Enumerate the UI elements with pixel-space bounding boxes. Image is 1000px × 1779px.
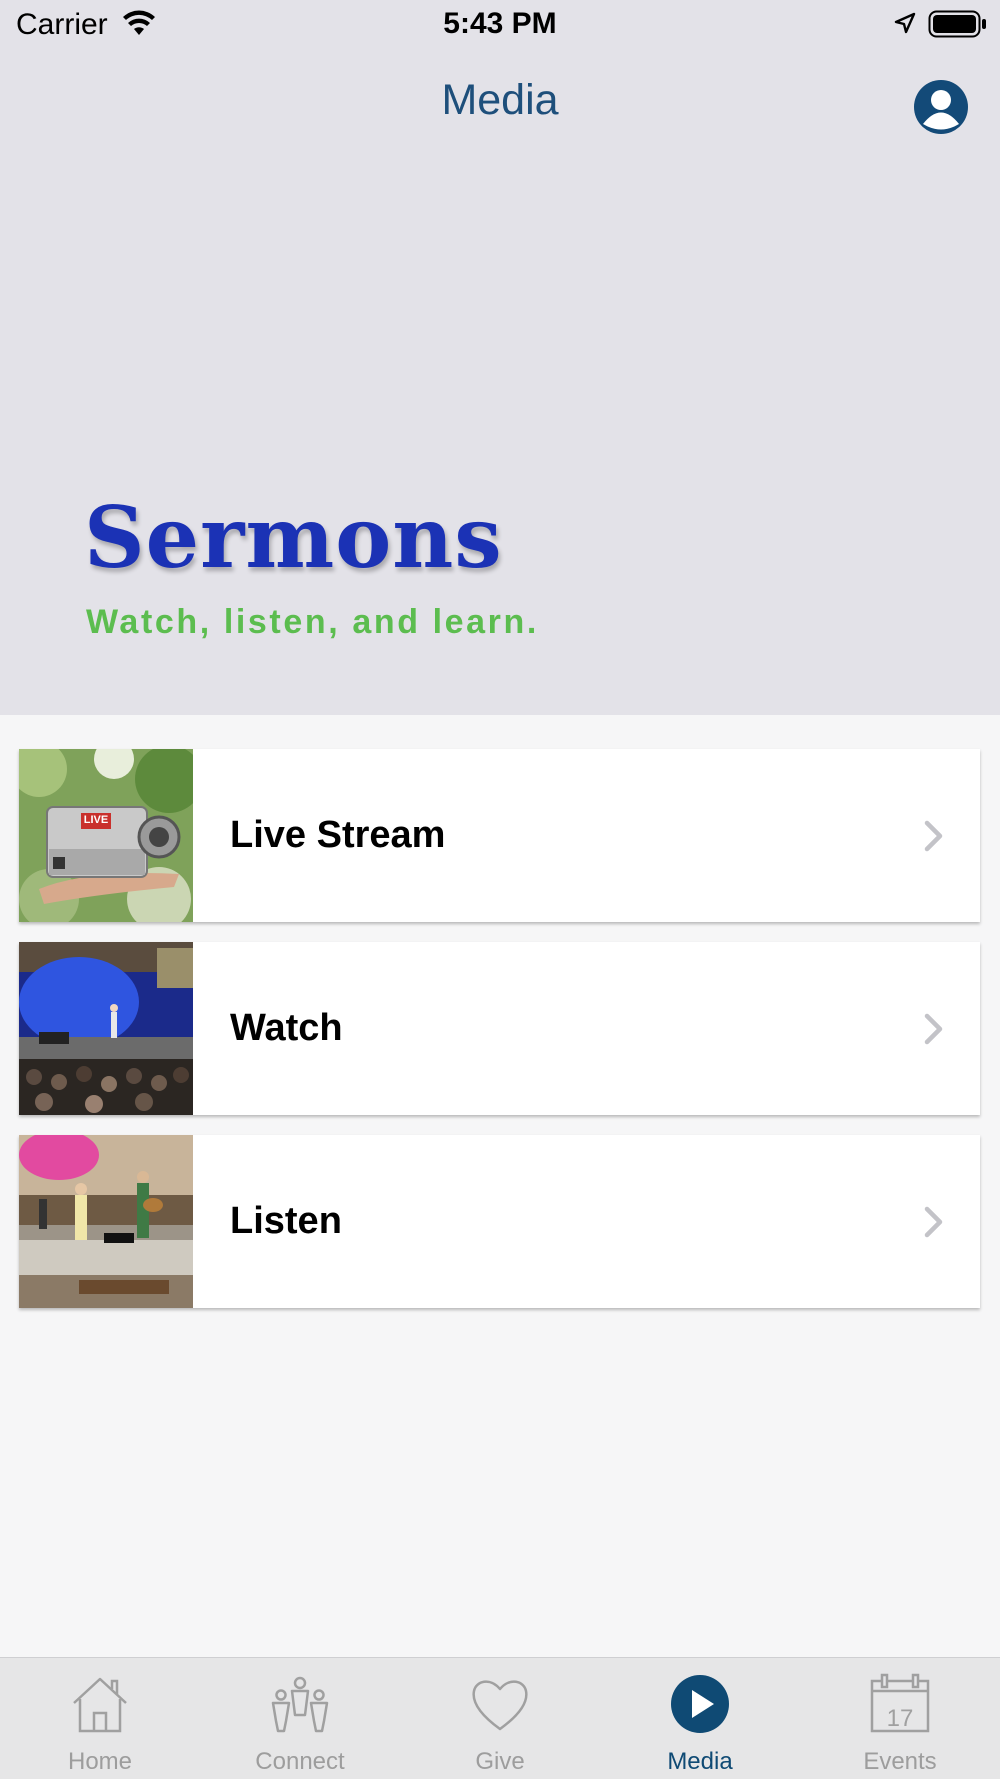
tab-label: Give — [475, 1748, 525, 1775]
menu-item-label: Listen — [230, 1200, 342, 1242]
page-title: Media — [441, 76, 559, 124]
hero-section: Carrier 5:43 PM Media Sermons Watch, lis… — [0, 0, 1000, 715]
tab-connect[interactable]: Connect — [200, 1658, 400, 1779]
tab-give[interactable]: Give — [400, 1658, 600, 1779]
tab-media[interactable]: Media — [600, 1658, 800, 1779]
status-bar: Carrier 5:43 PM — [0, 0, 1000, 50]
house-icon — [73, 1677, 127, 1733]
menu-item-label: Watch — [230, 1007, 343, 1049]
tab-label: Connect — [255, 1748, 345, 1775]
live-stream-thumbnail: LIVE — [19, 749, 193, 922]
chevron-right-icon — [924, 820, 943, 852]
tab-label: Home — [67, 1748, 133, 1775]
people-icon — [271, 1676, 329, 1733]
status-time: 5:43 PM — [443, 7, 557, 40]
hero-title: Sermons — [84, 488, 503, 587]
location-arrow-icon — [894, 12, 916, 34]
tab-events[interactable]: 17 Events — [800, 1658, 1000, 1779]
menu-item-label: Live Stream — [230, 814, 446, 856]
menu-item-listen[interactable]: Listen — [19, 1135, 980, 1308]
tab-home[interactable]: Home — [0, 1658, 200, 1779]
chevron-right-icon — [924, 1013, 943, 1045]
calendar-day-badge: 17 — [886, 1705, 914, 1732]
heart-icon — [472, 1680, 528, 1731]
profile-avatar-icon[interactable] — [913, 79, 969, 135]
play-icon — [671, 1675, 729, 1733]
menu-item-live-stream[interactable]: LIVE Live Stream — [19, 749, 980, 922]
tab-bar: Home Connect Give Media 17 Events — [0, 1657, 1000, 1779]
live-badge: LIVE — [83, 814, 109, 826]
chevron-right-icon — [924, 1206, 943, 1238]
menu-item-watch[interactable]: Watch — [19, 942, 980, 1115]
battery-icon — [928, 10, 986, 38]
tab-label: Media — [667, 1748, 733, 1775]
listen-thumbnail — [19, 1135, 193, 1308]
watch-thumbnail — [19, 942, 193, 1115]
tab-label: Events — [863, 1748, 937, 1775]
hero-subtitle: Watch, listen, and learn. — [86, 603, 539, 641]
